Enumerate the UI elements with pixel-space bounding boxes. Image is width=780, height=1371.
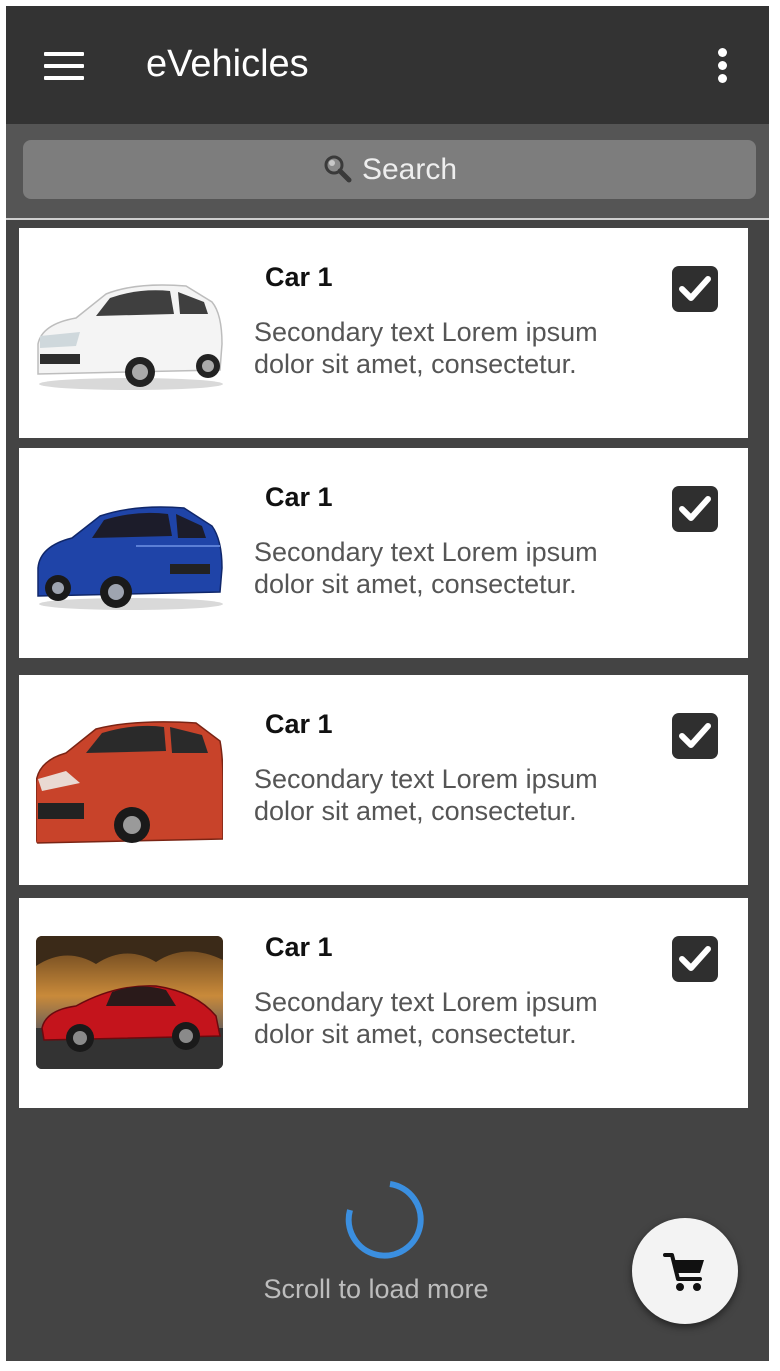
car-thumbnail (36, 486, 223, 619)
list-item[interactable]: Car 1 Secondary text Lorem ipsum dolor s… (19, 228, 748, 438)
search-bar: Search (6, 124, 769, 220)
cart-fab-button[interactable] (632, 1218, 738, 1324)
checkbox-checked[interactable] (672, 266, 718, 312)
card-secondary-text: Secondary text Lorem ipsum dolor sit ame… (254, 764, 598, 826)
list-item[interactable]: Car 1 Secondary text Lorem ipsum dolor s… (19, 898, 748, 1108)
checkbox-checked[interactable] (672, 486, 718, 532)
loading-spinner-icon (345, 1181, 424, 1259)
app-screen: eVehicles Search Car 1 Secondary text Lo… (6, 6, 769, 1361)
check-icon (679, 723, 711, 748)
card-title: Car 1 (265, 932, 333, 962)
card-secondary-text: Secondary text Lorem ipsum dolor sit ame… (254, 987, 598, 1049)
card-secondary-text: Secondary text Lorem ipsum dolor sit ame… (254, 537, 598, 599)
car-thumbnail (36, 266, 223, 399)
checkbox-checked[interactable] (672, 936, 718, 982)
check-icon (679, 946, 711, 971)
car-thumbnail (36, 936, 223, 1069)
search-icon (324, 155, 352, 182)
shopping-cart-icon (663, 1253, 704, 1291)
card-title: Car 1 (265, 262, 333, 292)
check-icon (679, 276, 711, 301)
check-icon (679, 496, 711, 521)
app-title: eVehicles (146, 43, 309, 85)
car-thumbnail (36, 713, 223, 846)
card-secondary-text: Secondary text Lorem ipsum dolor sit ame… (254, 317, 598, 379)
search-placeholder: Search (361, 152, 458, 186)
list-item[interactable]: Car 1 Secondary text Lorem ipsum dolor s… (19, 448, 748, 658)
list-item[interactable]: Car 1 Secondary text Lorem ipsum dolor s… (19, 675, 748, 885)
more-vertical-icon[interactable] (712, 46, 732, 86)
checkbox-checked[interactable] (672, 713, 718, 759)
search-input[interactable]: Search (23, 140, 756, 199)
app-bar: eVehicles (6, 6, 769, 124)
card-title: Car 1 (265, 709, 333, 739)
hamburger-menu-icon[interactable] (44, 50, 86, 82)
card-title: Car 1 (265, 482, 333, 512)
